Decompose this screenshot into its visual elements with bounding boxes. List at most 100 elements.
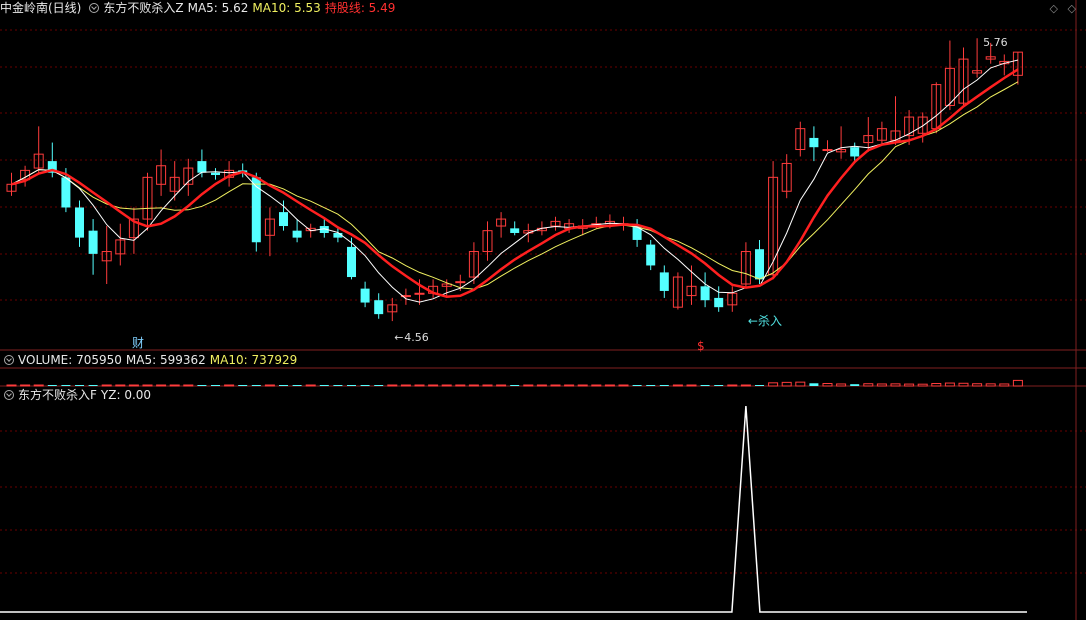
volume-bar-up	[6, 384, 17, 387]
volume-bar-up	[686, 384, 697, 387]
volume-bar-up	[781, 381, 792, 387]
volume-bar-up	[904, 383, 915, 387]
expand-circle-icon[interactable]	[89, 3, 100, 13]
volume-bar-up	[577, 384, 588, 387]
signal-header: 东方不败杀入F YZ: 0.00	[0, 387, 155, 403]
volume-bar-up	[536, 384, 547, 387]
volume-bar-down	[88, 385, 98, 386]
candle-body-down	[75, 207, 84, 238]
volume-bar-up	[455, 384, 466, 387]
candle-body-down	[292, 230, 302, 238]
candle-body-down	[88, 230, 98, 254]
volume-bar-down	[47, 385, 57, 386]
volume-bar-up	[931, 383, 942, 387]
candle-body-up	[414, 292, 425, 295]
stock-title: 中金岭南(日线)	[0, 1, 82, 15]
volume-bar-up	[414, 384, 425, 387]
volume-bar-up	[496, 384, 507, 387]
volume-bar-up	[128, 384, 139, 387]
volume-bar-up	[523, 384, 534, 387]
price-panel: ←	[6, 38, 1023, 344]
volume-bar-down	[319, 385, 329, 386]
volume-bar-up	[441, 384, 452, 387]
close-diamond-icon[interactable]: ◇	[1068, 2, 1076, 15]
volume-bar-up	[183, 384, 194, 387]
candle-body-down	[347, 246, 356, 278]
volume-bar-up	[740, 384, 751, 387]
volume-bar-down	[347, 385, 356, 386]
candle-body-down	[714, 297, 724, 308]
volume-bar-up	[972, 383, 983, 387]
settings-diamond-icon[interactable]: ◇	[1050, 2, 1058, 15]
volume-bar-up	[115, 384, 126, 387]
dividend-marker[interactable]: $	[697, 339, 705, 353]
chart-canvas: ← 5.76 4.56 ←杀入 财 $	[0, 0, 1086, 620]
signal-indicator-name[interactable]: 东方不败杀入F	[18, 388, 97, 402]
chart-gridlines	[0, 0, 1086, 620]
volume-bar-down	[279, 385, 288, 386]
price-header: 中金岭南(日线) 东方不败杀入Z MA5: 5.62 MA10: 5.53 持股线: 5…	[0, 0, 399, 16]
indicator-name[interactable]: 东方不败杀入Z	[103, 1, 183, 15]
candle-body-down	[61, 177, 71, 208]
volume-bar-up	[958, 382, 969, 387]
volume-bar-up	[156, 384, 167, 387]
volume-bar-down	[714, 385, 724, 386]
candle-body-down	[659, 272, 669, 291]
expand-circle-icon[interactable]	[4, 390, 14, 400]
volume-bar-up	[672, 384, 683, 387]
hold-line-value: 持股线: 5.49	[324, 1, 396, 15]
volume-bar-up	[550, 384, 561, 387]
volume-header: VOLUME: 705950 MA5: 599362 MA10: 737929	[0, 352, 301, 368]
volume-ma10: MA10: 737929	[209, 353, 298, 367]
volume-bar-down	[850, 384, 860, 386]
volume-bar-down	[61, 385, 71, 386]
volume-bar-up	[822, 383, 833, 387]
signal-yz-value: YZ: 0.00	[100, 388, 152, 402]
volume-bar-up	[836, 383, 847, 387]
volume-ma5: MA5: 599362	[125, 353, 206, 367]
volume-bar-up	[944, 382, 955, 387]
volume-bar-up	[604, 384, 615, 387]
candle-body-down	[360, 288, 370, 303]
signal-panel	[0, 405, 1027, 613]
candle-body-up	[455, 281, 466, 284]
volume-bar-down	[75, 385, 84, 386]
volume-bar-up	[727, 384, 738, 387]
volume-bar-down	[659, 385, 669, 386]
low-price-label: 4.56	[404, 331, 429, 344]
volume-bar-up	[795, 381, 806, 387]
volume-panel	[6, 379, 1023, 387]
volume-bar-down	[251, 385, 261, 386]
candle-body-down	[510, 228, 520, 233]
expand-circle-icon[interactable]	[4, 355, 14, 365]
candle-body-down	[700, 286, 710, 301]
volume-bar-up	[400, 384, 411, 387]
volume-bar-up	[169, 384, 180, 387]
volume-bar-down	[238, 385, 248, 386]
volume-bar-up	[999, 383, 1010, 387]
volume-bar-up	[863, 383, 874, 387]
volume-bar-up	[428, 384, 439, 387]
volume-bar-down	[755, 385, 764, 386]
volume-bar-down	[646, 385, 656, 386]
signal-line	[0, 405, 1027, 613]
volume-bar-up	[917, 383, 928, 387]
volume-bar-down	[333, 385, 343, 386]
ma5-value: MA5: 5.62	[187, 1, 249, 15]
candle-body-down	[279, 212, 288, 227]
volume-bar-up	[591, 384, 602, 387]
candle-body-down	[755, 249, 764, 280]
candle-body-down	[809, 137, 819, 148]
volume-bar-down	[211, 385, 220, 386]
volume-bar-up	[305, 384, 316, 387]
volume-bar-down	[809, 383, 819, 386]
low-arrow: ←	[394, 331, 403, 344]
volume-bar-up	[890, 383, 901, 387]
signal-arrow-label: ←杀入	[748, 313, 782, 328]
volume-bar-up	[33, 384, 44, 387]
finance-marker[interactable]: 财	[132, 336, 144, 350]
volume-bar-down	[197, 385, 207, 386]
candle-body-down	[197, 161, 207, 173]
high-price-label: 5.76	[983, 36, 1008, 49]
volume-bar-down	[360, 385, 370, 386]
